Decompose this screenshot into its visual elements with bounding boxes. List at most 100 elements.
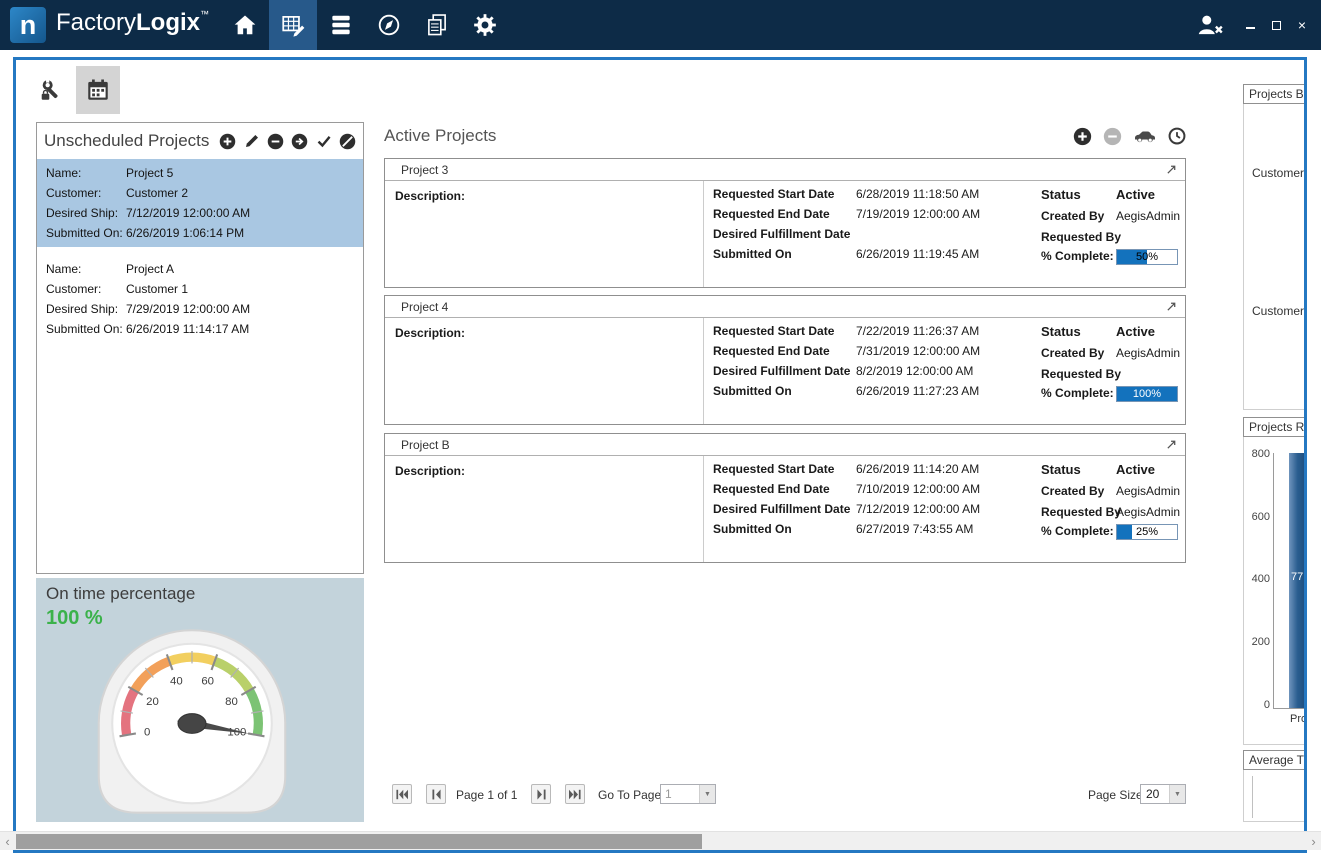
progress-bar: 25% [1116,524,1178,540]
previous-page-button[interactable] [426,784,446,804]
project-card-header[interactable]: Project 3 [385,159,1185,181]
promote-button[interactable] [291,133,308,150]
description-label: Description: [395,189,465,203]
pager: Page 1 of 1 Go To Page ▼ Page Size 20 ▼ [384,782,1186,810]
field-value: 7/22/2019 11:26:37 AM [856,324,979,338]
gauge-tick-20: 20 [146,696,159,708]
materials-button[interactable] [317,0,365,50]
status-label: Status [1041,324,1116,339]
active-projects-toolbar [1073,126,1186,146]
scheduling-button[interactable] [269,0,317,50]
status-value: Active [1116,187,1155,202]
unscheduled-toolbar [219,133,356,150]
scrollbar-thumb[interactable] [16,834,702,849]
projects-by-panel-header[interactable]: Projects B [1243,84,1307,104]
calendar-icon [85,77,111,103]
project-card-header[interactable]: Project B [385,434,1185,456]
go-to-page-input[interactable] [661,785,699,803]
y-axis-tick: 0 [1244,699,1270,711]
project-card: Project 4 Description: Requested Start D… [384,295,1186,425]
expand-button[interactable] [1166,164,1177,175]
add-circle-icon [219,133,236,150]
status-label: Status [1041,462,1116,477]
scroll-right-icon: › [1311,834,1315,849]
minimize-button[interactable] [1243,18,1257,32]
percent-complete-label: % Complete: [1041,524,1116,538]
cancel-circle-icon [339,133,356,150]
status-label: Status [1041,187,1116,202]
settings-gear-icon [472,12,498,38]
scroll-right-button[interactable]: › [1306,832,1321,851]
projects-chart-panel-title: Projects R [1249,420,1304,434]
transport-button[interactable] [1133,126,1157,146]
expand-button[interactable] [1166,301,1177,312]
average-panel-body [1243,770,1307,822]
x-axis-label: Pro [1290,713,1307,725]
scroll-left-button[interactable]: ‹ [0,832,15,851]
progress-text: 50% [1117,250,1177,265]
projects-chart-panel-header[interactable]: Projects R [1243,417,1307,437]
desired-ship-label: Desired Ship: [46,206,126,220]
field-value: 7/12/2019 12:00:00 AM [856,502,980,516]
expand-arrow-icon [1166,164,1177,175]
tab-scheduler[interactable] [76,66,120,114]
project-card-body: Description: Requested Start Date6/26/20… [385,456,1185,562]
cancel-button[interactable] [339,133,356,150]
project-card: Project 3 Description: Requested Start D… [384,158,1186,288]
scroll-left-icon: ‹ [5,834,9,849]
y-axis-tick: 200 [1244,636,1270,648]
next-page-icon [537,789,546,800]
next-page-button[interactable] [531,784,551,804]
maximize-button[interactable] [1269,18,1283,32]
unscheduled-projects-title: Unscheduled Projects [44,131,219,151]
field-value: 6/26/2019 11:27:23 AM [856,384,979,398]
name-label: Name: [46,262,126,276]
add-button[interactable] [219,133,236,150]
gauge-tick-60: 60 [201,676,214,688]
expand-button[interactable] [1166,439,1177,450]
user-logoff-icon [1195,12,1225,38]
average-panel-header[interactable]: Average T [1243,750,1307,770]
remove-button[interactable] [267,133,284,150]
navigation-button[interactable] [365,0,413,50]
close-button[interactable]: × [1295,18,1309,32]
customer-label: Customer: [46,186,126,200]
average-panel-title: Average T [1249,753,1304,767]
created-by-label: Created By [1041,484,1116,498]
percent-complete-label: % Complete: [1041,249,1116,263]
unscheduled-project-item[interactable]: Name:Project A Customer:Customer 1 Desir… [37,255,363,343]
projects-chart-panel-body: 800 600 400 200 0 77 Pro [1243,437,1307,745]
x-axis-line [1273,708,1307,709]
field-value: 7/19/2019 12:00:00 AM [856,207,980,221]
settings-button[interactable] [461,0,509,50]
legend-entry: Customer 2 [1252,166,1307,180]
accept-button[interactable] [315,133,332,150]
logoff-button[interactable] [1195,12,1225,38]
first-page-button[interactable] [392,784,412,804]
home-button[interactable] [221,0,269,50]
scrollbar-track[interactable] [15,832,1306,850]
chevron-down-icon[interactable]: ▼ [1169,785,1185,803]
page-size-select[interactable]: 20 ▼ [1140,784,1186,804]
remove-circle-icon [267,133,284,150]
materials-stack-icon [328,12,354,38]
history-button[interactable] [1168,126,1186,146]
project-card-header[interactable]: Project 4 [385,296,1185,318]
remove-project-button[interactable] [1103,126,1122,146]
documents-button[interactable] [413,0,461,50]
tab-tools[interactable] [30,66,74,114]
desired-ship-value: 7/29/2019 12:00:00 AM [126,302,250,316]
field-label: Submitted On [713,247,856,261]
field-label: Submitted On [713,522,856,536]
maximize-icon [1272,21,1281,30]
field-value: 6/26/2019 11:14:20 AM [856,462,979,476]
field-value: 8/2/2019 12:00:00 AM [856,364,973,378]
progress-bar: 50% [1116,249,1178,265]
last-page-button[interactable] [565,784,585,804]
unscheduled-project-item[interactable]: Name:Project 5 Customer:Customer 2 Desir… [37,159,363,247]
edit-button[interactable] [243,133,260,150]
project-card: Project B Description: Requested Start D… [384,433,1186,563]
chevron-down-icon[interactable]: ▼ [699,785,715,803]
add-project-button[interactable] [1073,126,1092,146]
clock-icon [1168,127,1186,145]
